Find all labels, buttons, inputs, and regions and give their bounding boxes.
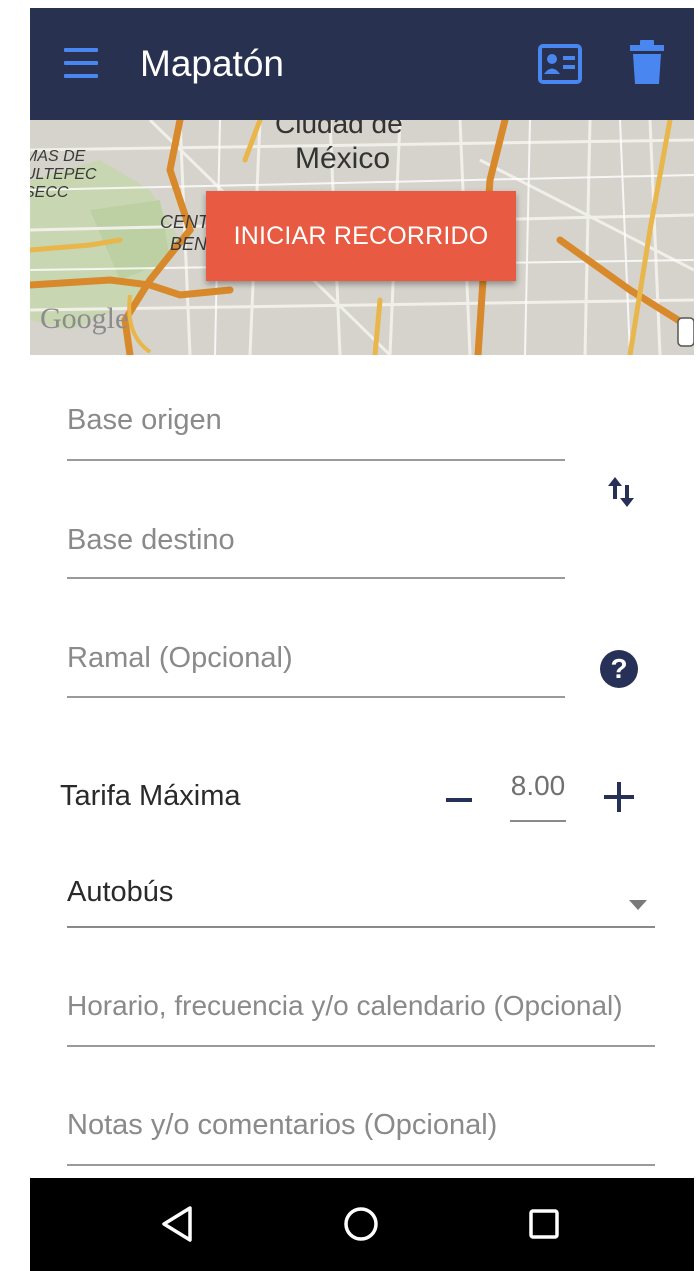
- increase-fare-button[interactable]: [604, 782, 634, 812]
- recents-square-icon[interactable]: [504, 1178, 584, 1271]
- schedule-placeholder: Horario, frecuencia y/o calendario (Opci…: [67, 990, 623, 1021]
- branch-underline: [67, 696, 565, 698]
- destination-underline: [67, 577, 565, 579]
- menu-icon[interactable]: [64, 44, 100, 84]
- app-title: Mapatón: [140, 43, 284, 84]
- google-logo: Google: [40, 302, 129, 335]
- contact-card-icon[interactable]: [538, 44, 582, 84]
- help-icon[interactable]: ?: [600, 650, 638, 688]
- schedule-field[interactable]: Horario, frecuencia y/o calendario (Opci…: [67, 984, 655, 1054]
- notes-underline: [67, 1164, 655, 1166]
- system-nav-bar: [30, 1178, 694, 1271]
- branch-placeholder: Ramal (Opcional): [67, 642, 293, 674]
- fare-underline: [510, 820, 566, 822]
- fare-label: Tarifa Máxima: [60, 780, 241, 812]
- dropdown-arrow-icon: [629, 900, 647, 910]
- origin-underline: [67, 459, 565, 461]
- back-triangle-icon[interactable]: [138, 1178, 218, 1271]
- notes-placeholder: Notas y/o comentarios (Opcional): [67, 1109, 498, 1141]
- fare-input[interactable]: 8.00: [510, 770, 566, 802]
- decrease-fare-button[interactable]: [446, 798, 472, 802]
- map-center-label-2: BEN: [170, 234, 208, 254]
- map-center-label-1: CENT: [160, 212, 209, 232]
- vehicle-type-select[interactable]: Autobús: [67, 868, 655, 930]
- trash-icon[interactable]: [630, 40, 664, 86]
- vehicle-underline: [67, 926, 655, 928]
- map-city-label-top: Ciudad de: [275, 120, 403, 139]
- app-screen: Mapatón Ciudad de México MAS DE ULTEPEC …: [30, 8, 694, 1271]
- map-area-label-3: SECC: [30, 184, 69, 201]
- destination-field[interactable]: Base destino: [67, 518, 565, 588]
- origin-field[interactable]: Base origen: [67, 398, 565, 468]
- start-route-button[interactable]: INICIAR RECORRIDO: [206, 191, 516, 281]
- vehicle-type-value: Autobús: [67, 876, 174, 908]
- notes-field[interactable]: Notas y/o comentarios (Opcional): [67, 1103, 655, 1173]
- map-city-label: México: [295, 142, 391, 175]
- origin-placeholder: Base origen: [67, 404, 222, 436]
- schedule-underline: [67, 1045, 655, 1047]
- map-area-label-2: ULTEPEC: [30, 166, 97, 183]
- branch-field[interactable]: Ramal (Opcional): [67, 636, 565, 706]
- app-bar: Mapatón: [30, 8, 694, 120]
- home-circle-icon[interactable]: [321, 1178, 401, 1271]
- swap-vertical-icon[interactable]: [604, 475, 640, 511]
- map-area-label-1: MAS DE: [30, 148, 86, 165]
- destination-placeholder: Base destino: [67, 524, 235, 556]
